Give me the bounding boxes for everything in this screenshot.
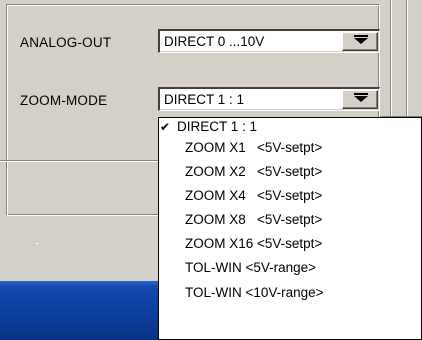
panel-divider: [406, 0, 408, 116]
zoom-mode-dropdown-list[interactable]: ✔ DIRECT 1 : 1 ZOOM X1 <5V-setpt> ZOOM X…: [158, 117, 422, 340]
dropdown-option-zoom-x2[interactable]: ZOOM X2 <5V-setpt>: [159, 160, 421, 184]
dropdown-option-label: TOL-WIN <5V-range>: [185, 260, 317, 276]
analog-out-label: ANALOG-OUT: [20, 35, 112, 50]
background-dot: [36, 243, 38, 244]
dropdown-option-tol-win-5v[interactable]: TOL-WIN <5V-range>: [159, 256, 421, 280]
analog-out-dropdown-button[interactable]: [342, 32, 378, 51]
dropdown-option-label: ZOOM X1 <5V-setpt>: [185, 140, 323, 155]
chevron-down-icon: [354, 35, 368, 44]
dropdown-option-label: ZOOM X4 <5V-setpt>: [185, 188, 323, 204]
panel-divider: [0, 160, 162, 162]
dropdown-option-label: ZOOM X16 <5V-setpt>: [185, 236, 323, 252]
dropdown-option-zoom-x4[interactable]: ZOOM X4 <5V-setpt>: [159, 184, 421, 208]
dropdown-option-label: ZOOM X2 <5V-setpt>: [185, 164, 323, 180]
chevron-down-icon: [354, 93, 368, 102]
panel-divider: [390, 0, 392, 116]
dropdown-option-zoom-x8[interactable]: ZOOM X8 <5V-setpt>: [159, 208, 421, 232]
dropdown-option-tol-win-10v[interactable]: TOL-WIN <10V-range>: [159, 281, 421, 305]
zoom-mode-dropdown-button[interactable]: [342, 90, 378, 109]
zoom-mode-combobox[interactable]: DIRECT 1 : 1: [158, 87, 380, 111]
analog-out-combobox[interactable]: DIRECT 0 ...10V: [158, 29, 380, 53]
dropdown-option-direct[interactable]: ✔ DIRECT 1 : 1: [159, 118, 421, 136]
dropdown-option-label: ZOOM X8 <5V-setpt>: [185, 212, 323, 228]
dropdown-option-label: DIRECT 1 : 1: [177, 119, 258, 134]
zoom-mode-label: ZOOM-MODE: [20, 93, 108, 108]
dropdown-option-zoom-x16[interactable]: ZOOM X16 <5V-setpt>: [159, 232, 421, 256]
dropdown-option-zoom-x1[interactable]: ZOOM X1 <5V-setpt>: [159, 136, 421, 160]
checkmark-icon: ✔: [160, 120, 171, 134]
analog-out-value: DIRECT 0 ...10V: [164, 34, 265, 49]
zoom-mode-value: DIRECT 1 : 1: [164, 92, 245, 107]
dropdown-option-label: TOL-WIN <10V-range>: [185, 284, 324, 300]
